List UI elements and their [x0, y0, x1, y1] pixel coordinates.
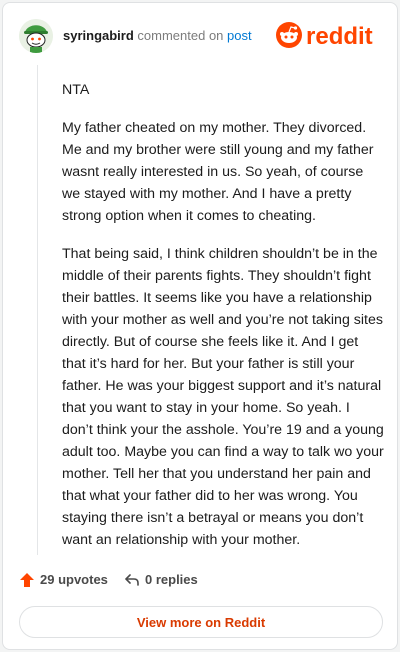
avatar[interactable]	[19, 19, 53, 53]
comment-card: syringabird commented on post reddit NTA…	[2, 2, 398, 650]
comment-paragraph: That being said, I think children should…	[62, 246, 384, 548]
reddit-logo-icon[interactable]: reddit	[275, 19, 381, 51]
replies-count: 0 replies	[145, 572, 198, 587]
comment-body: NTA My father cheated on my mother. They…	[62, 79, 384, 567]
upvote-arrow-icon[interactable]	[19, 572, 35, 588]
view-more-button[interactable]: View more on Reddit	[19, 606, 383, 638]
comment-meta: syringabird commented on post	[63, 28, 252, 44]
post-link[interactable]: post	[227, 28, 252, 43]
comment-paragraph: NTA	[62, 82, 90, 98]
comment-paragraph: My father cheated on my mother. They div…	[62, 120, 374, 224]
snoo-avatar-icon	[19, 19, 53, 53]
username-link[interactable]: syringabird	[63, 28, 134, 43]
reply-arrow-icon[interactable]	[124, 572, 140, 588]
reddit-wordmark: reddit	[306, 23, 373, 50]
thread-line	[37, 65, 38, 555]
comment-header: syringabird commented on post reddit	[19, 19, 381, 53]
upvotes-count: 29 upvotes	[40, 572, 108, 587]
commented-on-text: commented on	[137, 28, 224, 43]
